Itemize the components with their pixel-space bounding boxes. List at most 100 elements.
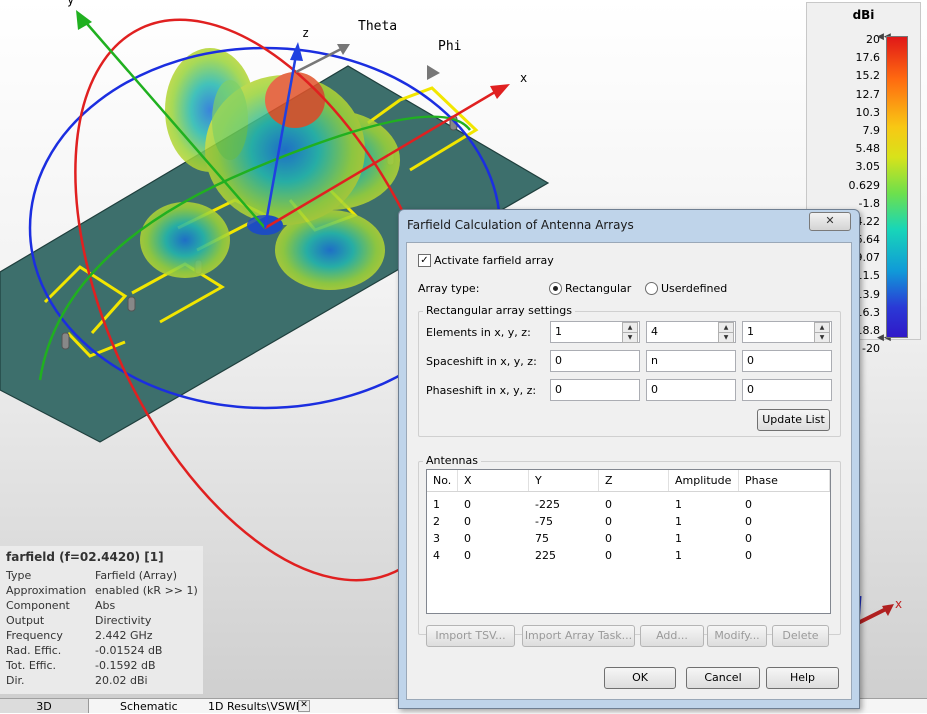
- column-header-z[interactable]: Z: [599, 470, 669, 491]
- result-property-key: Component: [6, 598, 70, 612]
- elements-z-value: 1: [747, 325, 754, 338]
- rectangular-radio[interactable]: [549, 282, 562, 295]
- activate-farfield-label: Activate farfield array: [434, 254, 554, 267]
- column-header-amplitude[interactable]: Amplitude: [669, 470, 739, 491]
- spaceshift-y-field[interactable]: n: [646, 350, 736, 372]
- antenna-cell: 0: [605, 549, 612, 562]
- result-property-key: Dir.: [6, 673, 25, 687]
- antenna-cell: 0: [605, 532, 612, 545]
- antenna-cell: 1: [675, 549, 682, 562]
- antenna-cell: 3: [433, 532, 440, 545]
- cancel-button[interactable]: Cancel: [686, 667, 760, 689]
- result-property-row: Frequency 2.442 GHz: [6, 628, 198, 643]
- farfield-array-dialog: Farfield Calculation of Antenna Arrays ✕…: [398, 209, 860, 709]
- spin-down-icon[interactable]: ▼: [718, 332, 734, 343]
- antenna-list-header: No. X Y Z Amplitude Phase: [427, 470, 830, 492]
- antenna-cell: 2: [433, 515, 440, 528]
- result-property-row: Approximation enabled (kR >> 1): [6, 583, 198, 598]
- result-property-value: Directivity: [95, 613, 152, 627]
- legend-color-bar: [886, 36, 908, 338]
- import-array-task-button[interactable]: Import Array Task...: [522, 625, 635, 647]
- result-property-key: Type: [6, 568, 32, 582]
- spaceshift-z-value: 0: [747, 354, 754, 367]
- antennas-group-label: Antennas: [423, 454, 481, 467]
- result-title: farfield (f=02.4420) [1]: [6, 550, 164, 564]
- antenna-row[interactable]: 1 0 -225 0 1 0: [427, 496, 830, 513]
- modify-button[interactable]: Modify...: [707, 625, 767, 647]
- antenna-cell: 4: [433, 549, 440, 562]
- elements-x-spinbox[interactable]: 1 ▲ ▼: [550, 321, 640, 343]
- phaseshift-y-field[interactable]: 0: [646, 379, 736, 401]
- phaseshift-x-field[interactable]: 0: [550, 379, 640, 401]
- antenna-cell: 0: [745, 549, 752, 562]
- activate-farfield-checkbox[interactable]: ✓: [418, 254, 431, 267]
- antenna-cell: 0: [464, 515, 471, 528]
- dialog-title: Farfield Calculation of Antenna Arrays: [407, 218, 634, 232]
- spaceshift-x-field[interactable]: 0: [550, 350, 640, 372]
- tab-close-icon[interactable]: ✕: [298, 700, 310, 712]
- legend-tick-label: 7.9: [862, 123, 881, 137]
- legend-unit: dBi: [852, 8, 875, 22]
- antenna-cell: 75: [535, 532, 549, 545]
- antenna-row[interactable]: 4 0 225 0 1 0: [427, 547, 830, 564]
- column-header-x[interactable]: X: [458, 470, 529, 491]
- axis-label-x: x: [520, 71, 527, 85]
- userdefined-radio[interactable]: [645, 282, 658, 295]
- result-property-value: Farfield (Array): [95, 568, 178, 582]
- antenna-cell: 1: [675, 532, 682, 545]
- dialog-close-button[interactable]: ✕: [809, 212, 851, 231]
- antenna-cell: 0: [464, 498, 471, 511]
- column-header-no[interactable]: No.: [427, 470, 458, 491]
- result-property-row: Dir. 20.02 dBi: [6, 673, 198, 688]
- result-property-row: Tot. Effic. -0.1592 dB: [6, 658, 198, 673]
- result-info-panel: farfield (f=02.4420) [1] Type Farfield (A…: [0, 546, 203, 694]
- axis-label-phi: Phi: [438, 39, 461, 54]
- result-property-key: Rad. Effic.: [6, 643, 62, 657]
- column-header-phase[interactable]: Phase: [739, 470, 830, 491]
- spaceshift-x-value: 0: [555, 354, 562, 367]
- tab-1d-results-vswr[interactable]: 1D Results\VSWR: [200, 699, 311, 713]
- antenna-list[interactable]: No. X Y Z Amplitude Phase 1 0 -225 0 1 0 2 0 -75…: [426, 469, 831, 614]
- phaseshift-z-value: 0: [747, 383, 754, 396]
- column-header-y[interactable]: Y: [529, 470, 599, 491]
- result-property-value: 2.442 GHz: [95, 628, 153, 642]
- phaseshift-label: Phaseshift in x, y, z:: [426, 384, 537, 397]
- phaseshift-z-field[interactable]: 0: [742, 379, 832, 401]
- legend-tick-label: 3.05: [855, 160, 881, 174]
- antenna-cell: -225: [535, 498, 560, 511]
- legend-tick-label: 10.3: [855, 105, 881, 119]
- delete-button[interactable]: Delete: [772, 625, 829, 647]
- help-button[interactable]: Help: [766, 667, 839, 689]
- antenna-cell: 1: [675, 515, 682, 528]
- spin-down-icon[interactable]: ▼: [814, 332, 830, 343]
- antenna-cell: 1: [675, 498, 682, 511]
- update-list-button[interactable]: Update List: [757, 409, 830, 431]
- result-property-key: Approximation: [6, 583, 87, 597]
- result-property-value: Abs: [95, 598, 116, 612]
- mini-axis-label-x: x: [895, 597, 902, 611]
- tab-3d[interactable]: 3D: [0, 699, 89, 713]
- tab-schematic[interactable]: Schematic: [112, 699, 186, 713]
- antenna-row[interactable]: 2 0 -75 0 1 0: [427, 513, 830, 530]
- legend-tick-label: 20: [866, 33, 880, 46]
- antenna-row[interactable]: 3 0 75 0 1 0: [427, 530, 830, 547]
- spin-down-icon[interactable]: ▼: [622, 332, 638, 343]
- result-property-value: -0.1592 dB: [95, 658, 156, 672]
- add-button[interactable]: Add...: [640, 625, 704, 647]
- elements-label: Elements in x, y, z:: [426, 326, 531, 339]
- axis-label-y: y: [67, 0, 74, 7]
- elements-y-spinbox[interactable]: 4 ▲ ▼: [646, 321, 736, 343]
- legend-tick-label: 17.6: [855, 51, 881, 65]
- phaseshift-x-value: 0: [555, 383, 562, 396]
- result-properties: Type Farfield (Array) Approximation enabled…: [6, 568, 198, 688]
- dialog-body: ✓ Activate farfield array Array type: Re…: [406, 242, 852, 700]
- import-tsv-button[interactable]: Import TSV...: [426, 625, 515, 647]
- spaceshift-z-field[interactable]: 0: [742, 350, 832, 372]
- spaceshift-label: Spaceshift in x, y, z:: [426, 355, 537, 368]
- antenna-cell: 0: [745, 498, 752, 511]
- result-property-row: Output Directivity: [6, 613, 198, 628]
- elements-z-spinbox[interactable]: 1 ▲ ▼: [742, 321, 832, 343]
- result-property-value: enabled (kR >> 1): [95, 583, 198, 597]
- result-property-value: 20.02 dBi: [95, 673, 148, 687]
- ok-button[interactable]: OK: [604, 667, 676, 689]
